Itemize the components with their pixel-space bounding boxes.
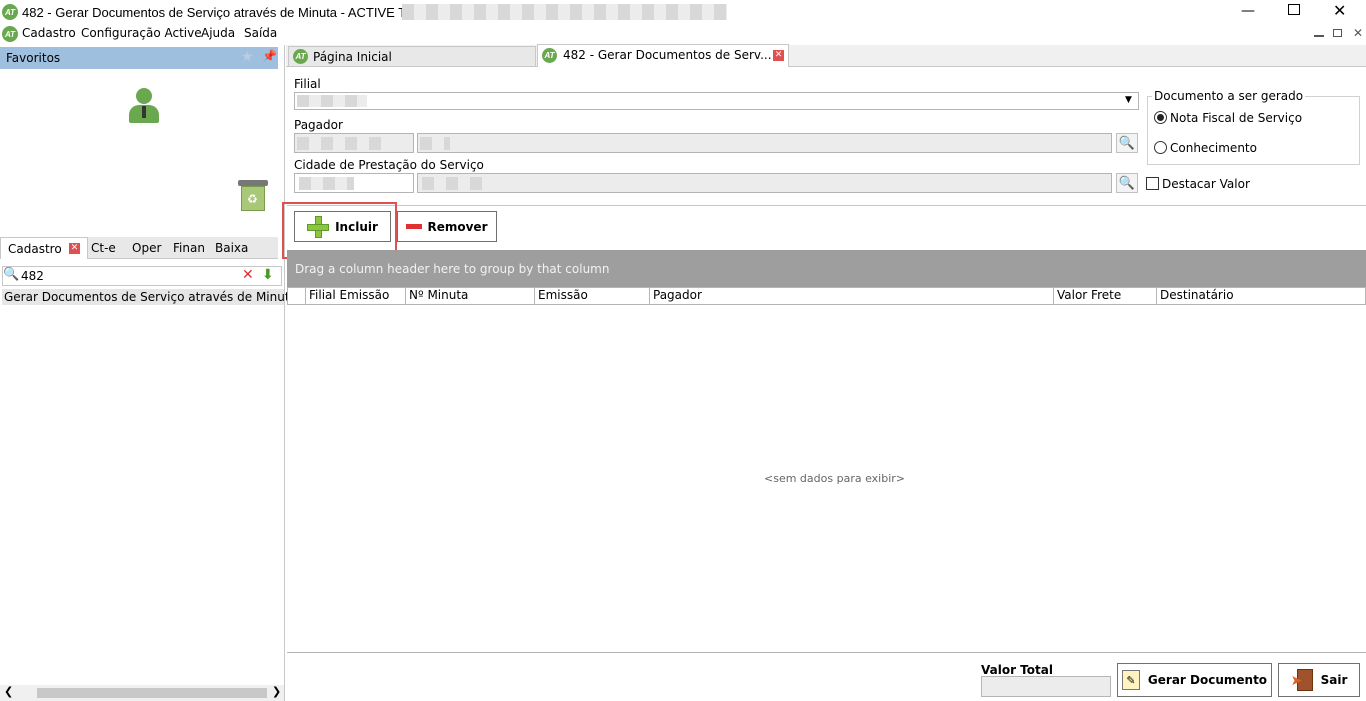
tab-logo-icon: AT	[542, 48, 557, 63]
col-filial-emissao[interactable]: Filial Emissão	[306, 287, 406, 305]
list-item-label: Gerar Documentos de Serviço através de M…	[4, 290, 297, 304]
star-icon[interactable]: ★	[241, 49, 254, 65]
col-pagador[interactable]: Pagador	[650, 287, 1054, 305]
chevron-down-icon[interactable]: ▼	[1125, 95, 1132, 105]
minimize-icon[interactable]: —	[1240, 3, 1256, 19]
favorites-title: Favoritos	[6, 51, 61, 65]
col-valor-frete[interactable]: Valor Frete	[1054, 287, 1157, 305]
filial-select[interactable]: ▼	[294, 92, 1139, 110]
tab-cadastro[interactable]: Cadastro ✕	[0, 237, 88, 259]
exit-door-icon: ➤	[1291, 668, 1315, 692]
sidebar: Favoritos ★ 📌 ♻ Cadastro ✕ Ct-e Oper Fin…	[0, 45, 297, 701]
remover-label: Remover	[427, 219, 488, 234]
remover-button[interactable]: Remover	[397, 211, 497, 242]
close-icon[interactable]: ✕	[1333, 1, 1346, 20]
pagador-search-button[interactable]: 🔍	[1116, 133, 1138, 153]
tab-oper[interactable]: Oper	[132, 241, 161, 255]
menu-cadastro[interactable]: Cadastro	[22, 26, 76, 40]
filial-label: Filial	[294, 77, 321, 91]
cidade-search-button[interactable]: 🔍	[1116, 173, 1138, 193]
mdi-restore-icon[interactable]	[1333, 29, 1342, 37]
user-icon[interactable]	[128, 88, 160, 124]
tab-gerar-documentos[interactable]: AT 482 - Gerar Documentos de Serv... ✕	[537, 44, 789, 67]
tab-label: 482 - Gerar Documentos de Serv...	[563, 48, 772, 62]
radio-nota-fiscal-label[interactable]: Nota Fiscal de Serviço	[1170, 111, 1302, 125]
group-panel[interactable]: Drag a column header here to group by th…	[287, 250, 1366, 287]
menu-saida[interactable]: Saída	[244, 26, 277, 40]
scroll-thumb[interactable]	[37, 688, 267, 698]
col-numero-minuta[interactable]: Nº Minuta	[406, 287, 535, 305]
favorites-header: Favoritos ★ 📌	[0, 47, 278, 69]
mdi-close-icon[interactable]: ✕	[1353, 26, 1363, 40]
incluir-button[interactable]: Incluir	[294, 211, 391, 242]
tab-cte[interactable]: Ct-e	[91, 241, 116, 255]
radio-conhecimento[interactable]	[1154, 141, 1167, 154]
row-indicator-header	[287, 287, 306, 305]
horizontal-scrollbar[interactable]: ❮ ❯	[0, 685, 284, 701]
tab-pagina-inicial[interactable]: AT Página Inicial	[288, 46, 536, 67]
title-bar: AT 482 - Gerar Documentos de Serviço atr…	[0, 0, 1366, 24]
pagador-name-field[interactable]	[417, 133, 1112, 153]
tab-cadastro-label: Cadastro	[8, 242, 62, 256]
menu-ajuda[interactable]: Ajuda	[201, 26, 235, 40]
redacted-value	[420, 137, 450, 150]
mdi-minimize-icon[interactable]	[1314, 30, 1324, 37]
tab-close-icon[interactable]: ✕	[773, 50, 784, 61]
cidade-label: Cidade de Prestação do Serviço	[294, 158, 484, 172]
side-search-value[interactable]: 482	[21, 269, 44, 283]
col-emissao[interactable]: Emissão	[535, 287, 650, 305]
radio-conhecimento-label[interactable]: Conhecimento	[1170, 141, 1257, 155]
tab-label: Página Inicial	[313, 50, 392, 64]
destacar-valor-label[interactable]: Destacar Valor	[1162, 177, 1250, 191]
list-item[interactable]: Gerar Documentos de Serviço através de M…	[2, 289, 297, 305]
redacted-value	[297, 137, 392, 150]
sair-label: Sair	[1320, 673, 1348, 687]
redacted-value	[422, 177, 494, 190]
window-title: 482 - Gerar Documentos de Serviço atravé…	[22, 5, 451, 20]
go-search-icon[interactable]: ⬇	[262, 267, 274, 283]
tab-close-icon[interactable]: ✕	[69, 243, 80, 254]
pagador-label: Pagador	[294, 118, 343, 132]
document-type-title: Documento a ser gerado	[1152, 89, 1306, 103]
incluir-label: Incluir	[335, 219, 378, 234]
search-icon: 🔍	[1118, 135, 1136, 151]
cidade-name-field[interactable]	[417, 173, 1112, 193]
scroll-left-icon[interactable]: ❮	[4, 685, 13, 698]
gerar-documento-label: Gerar Documento	[1147, 673, 1268, 687]
redacted-value	[297, 95, 367, 107]
destacar-valor-checkbox[interactable]	[1146, 177, 1159, 190]
gerar-documento-button[interactable]: ✎ Gerar Documento	[1117, 663, 1272, 697]
cidade-code-field[interactable]	[294, 173, 414, 193]
side-search-box[interactable]: 🔍 482 ✕ ⬇	[2, 266, 282, 286]
scroll-right-icon[interactable]: ❯	[272, 685, 281, 698]
pin-icon[interactable]: 📌	[262, 49, 277, 63]
tab-baixa[interactable]: Baixa	[215, 241, 248, 255]
col-destinatario[interactable]: Destinatário	[1157, 287, 1366, 305]
group-hint: Drag a column header here to group by th…	[295, 262, 610, 276]
document-edit-icon: ✎	[1121, 670, 1140, 690]
sair-button[interactable]: ➤ Sair	[1278, 663, 1360, 697]
divider	[287, 205, 1366, 206]
tab-finan[interactable]: Finan	[173, 241, 205, 255]
minus-icon	[406, 224, 423, 229]
menu-logo-icon: AT	[2, 26, 18, 42]
redacted-value	[299, 177, 354, 190]
recycle-bin-icon[interactable]: ♻	[238, 180, 268, 212]
search-icon: 🔍	[1118, 175, 1136, 191]
app-logo-icon: AT	[2, 4, 18, 20]
magnifier-icon: 🔍	[3, 267, 20, 282]
valor-total-field	[981, 676, 1111, 697]
tab-logo-icon: AT	[293, 49, 308, 64]
clear-search-icon[interactable]: ✕	[242, 267, 254, 283]
redacted-title-suffix	[402, 4, 727, 20]
plus-icon	[307, 215, 330, 238]
radio-nota-fiscal[interactable]	[1154, 111, 1167, 124]
valor-total-label: Valor Total	[981, 663, 1053, 677]
menu-configuracao[interactable]: Configuração Active	[81, 26, 202, 40]
restore-icon[interactable]	[1288, 4, 1300, 15]
grid-empty-message: <sem dados para exibir>	[764, 472, 905, 485]
footer-divider	[287, 652, 1366, 653]
pagador-code-field[interactable]	[294, 133, 414, 153]
